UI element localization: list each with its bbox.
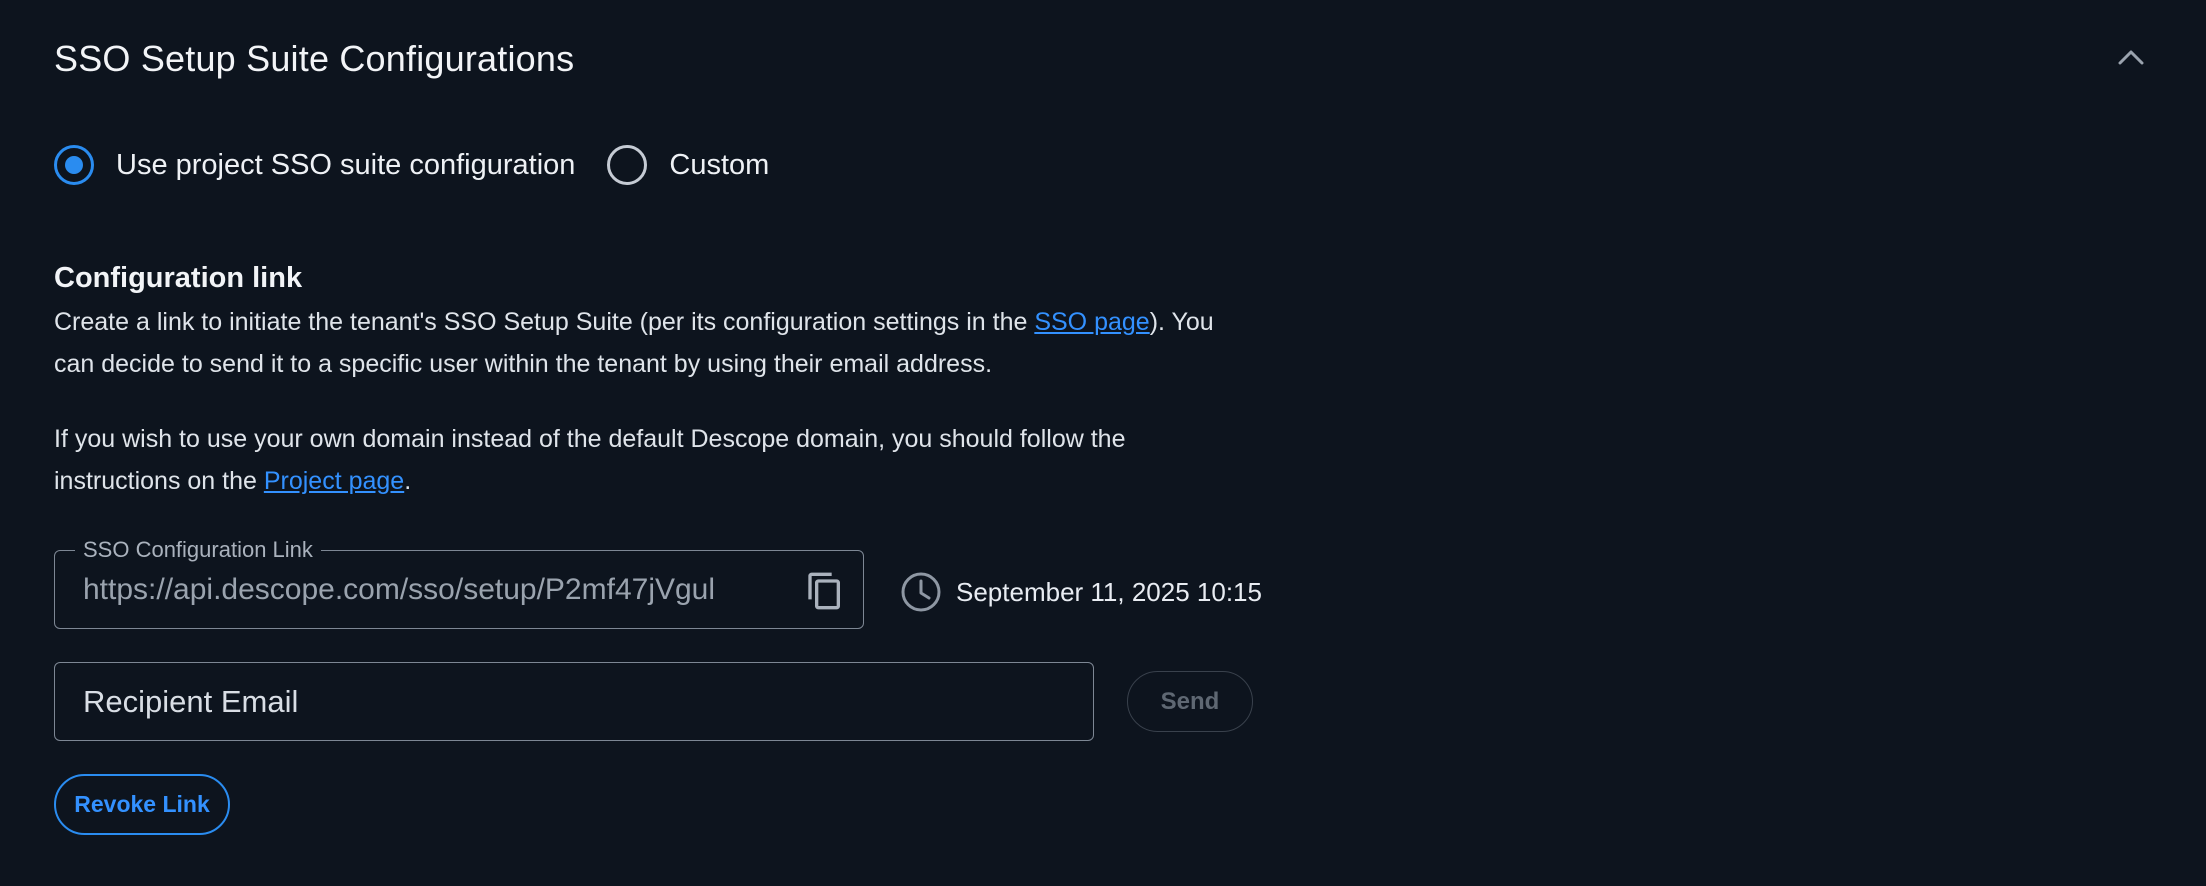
radio-custom[interactable]: Custom xyxy=(607,145,769,185)
sso-configuration-link-value[interactable]: https://api.descope.com/sso/setup/P2mf47… xyxy=(83,573,783,607)
sso-page-link[interactable]: SSO page xyxy=(1034,308,1149,336)
radio-unchecked-icon[interactable] xyxy=(607,145,648,185)
configuration-type-radio-group: Use project SSO suite configuration Cust… xyxy=(54,145,769,185)
sso-setup-suite-panel: SSO Setup Suite Configurations Use proje… xyxy=(0,0,2206,886)
expiry-datetime: September 11, 2025 10:15 xyxy=(956,576,1262,607)
configuration-link-description: Create a link to initiate the tenant's S… xyxy=(54,308,1214,378)
radio-label: Use project SSO suite configuration xyxy=(116,148,576,181)
radio-checked-icon[interactable] xyxy=(54,145,94,185)
project-page-link[interactable]: Project page xyxy=(264,467,404,495)
send-button[interactable]: Send xyxy=(1127,671,1253,732)
collapse-button[interactable] xyxy=(2112,42,2150,72)
copy-icon xyxy=(808,572,840,610)
revoke-link-button[interactable]: Revoke Link xyxy=(54,774,230,835)
panel-title: SSO Setup Suite Configurations xyxy=(54,38,575,79)
radio-use-project-config[interactable]: Use project SSO suite configuration xyxy=(54,145,575,185)
radio-label: Custom xyxy=(669,148,770,181)
clock-icon xyxy=(901,572,941,612)
configuration-link-heading: Configuration link xyxy=(54,262,303,294)
chevron-up-icon xyxy=(2118,50,2144,65)
sso-configuration-link-label: SSO Configuration Link xyxy=(75,537,321,563)
link-expiry: September 11, 2025 10:15 xyxy=(900,571,1262,613)
custom-domain-description: If you wish to use your own domain inste… xyxy=(54,425,1126,495)
recipient-email-input[interactable] xyxy=(54,662,1094,741)
copy-link-button[interactable] xyxy=(805,571,845,611)
sso-configuration-link-field[interactable]: SSO Configuration Link https://api.desco… xyxy=(54,537,864,629)
